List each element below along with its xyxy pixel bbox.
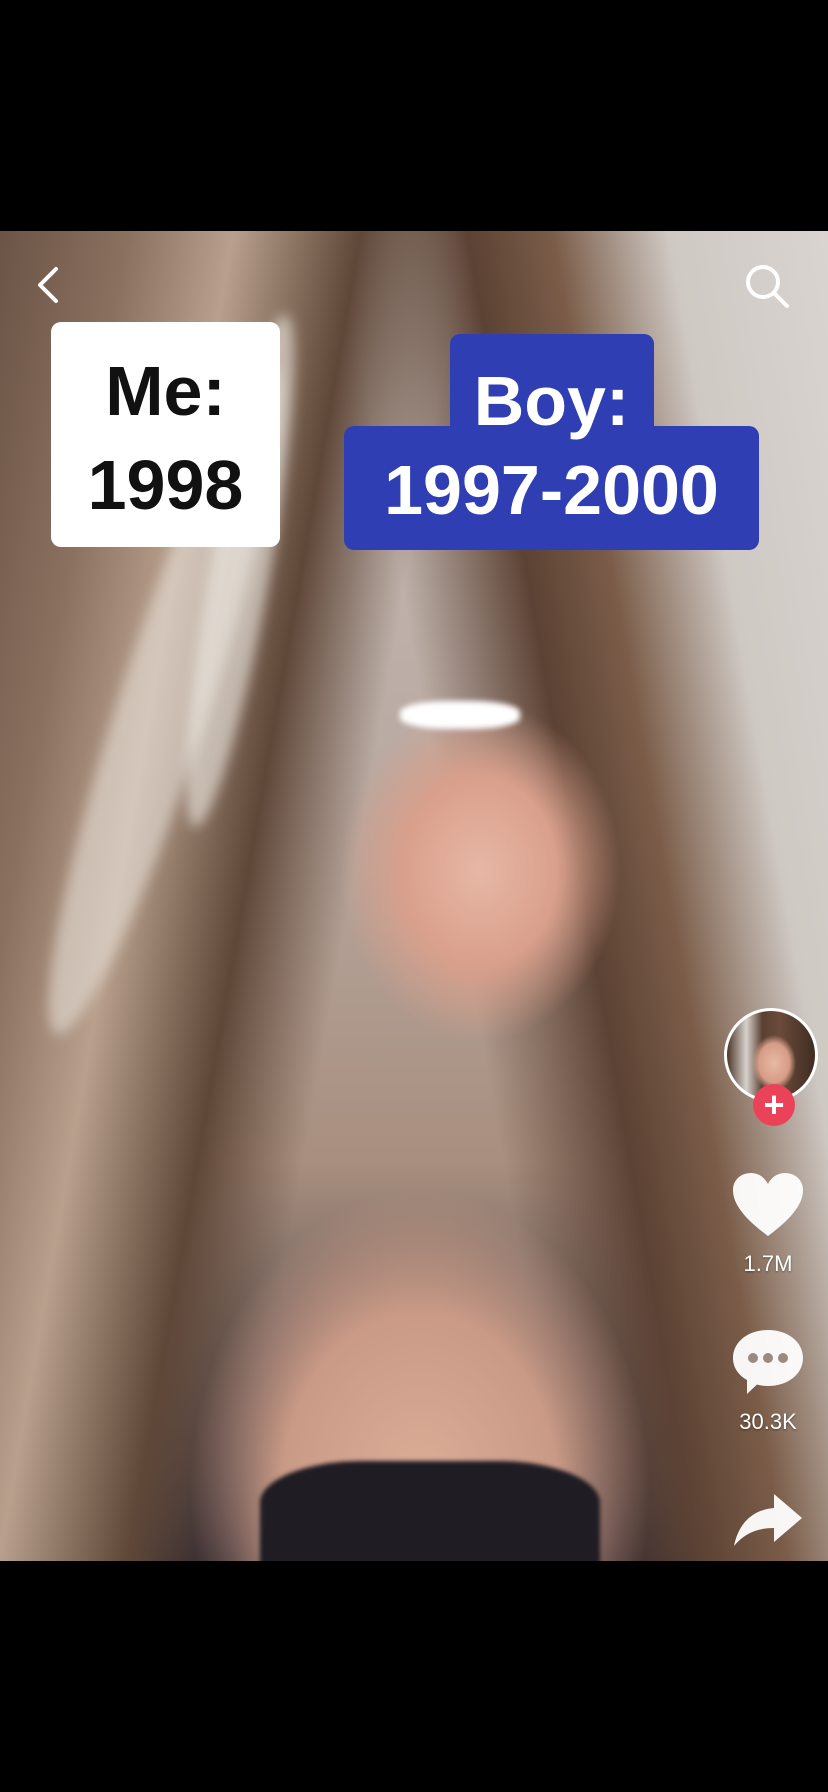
share-arrow-icon <box>734 1494 802 1546</box>
screen: Me: 1998 Boy: 1997-2000 + 1.7M 30.3K <box>0 0 828 1792</box>
me-sticker: Me: 1998 <box>51 322 280 547</box>
me-sticker-year: 1998 <box>87 446 244 524</box>
search-button[interactable] <box>742 261 792 311</box>
boy-sticker-label: Boy: <box>473 362 630 440</box>
comment-count: 30.3K <box>739 1409 797 1434</box>
follow-button[interactable]: + <box>753 1084 795 1126</box>
heart-icon <box>733 1173 803 1236</box>
back-button[interactable] <box>28 261 68 309</box>
like-button[interactable]: 1.7M <box>708 1172 828 1277</box>
me-sticker-label: Me: <box>105 352 226 430</box>
comment-bubble-icon <box>733 1330 803 1394</box>
share-button[interactable] <box>708 1492 828 1553</box>
comment-button[interactable]: 30.3K <box>708 1328 828 1435</box>
search-icon <box>746 265 789 308</box>
boy-sticker-years: 1997-2000 <box>384 451 719 529</box>
chevron-left-icon <box>38 267 58 303</box>
clothing <box>260 1461 600 1561</box>
smile-teeth <box>400 701 520 729</box>
like-count: 1.7M <box>743 1251 793 1276</box>
caption-text <box>24 1548 524 1564</box>
